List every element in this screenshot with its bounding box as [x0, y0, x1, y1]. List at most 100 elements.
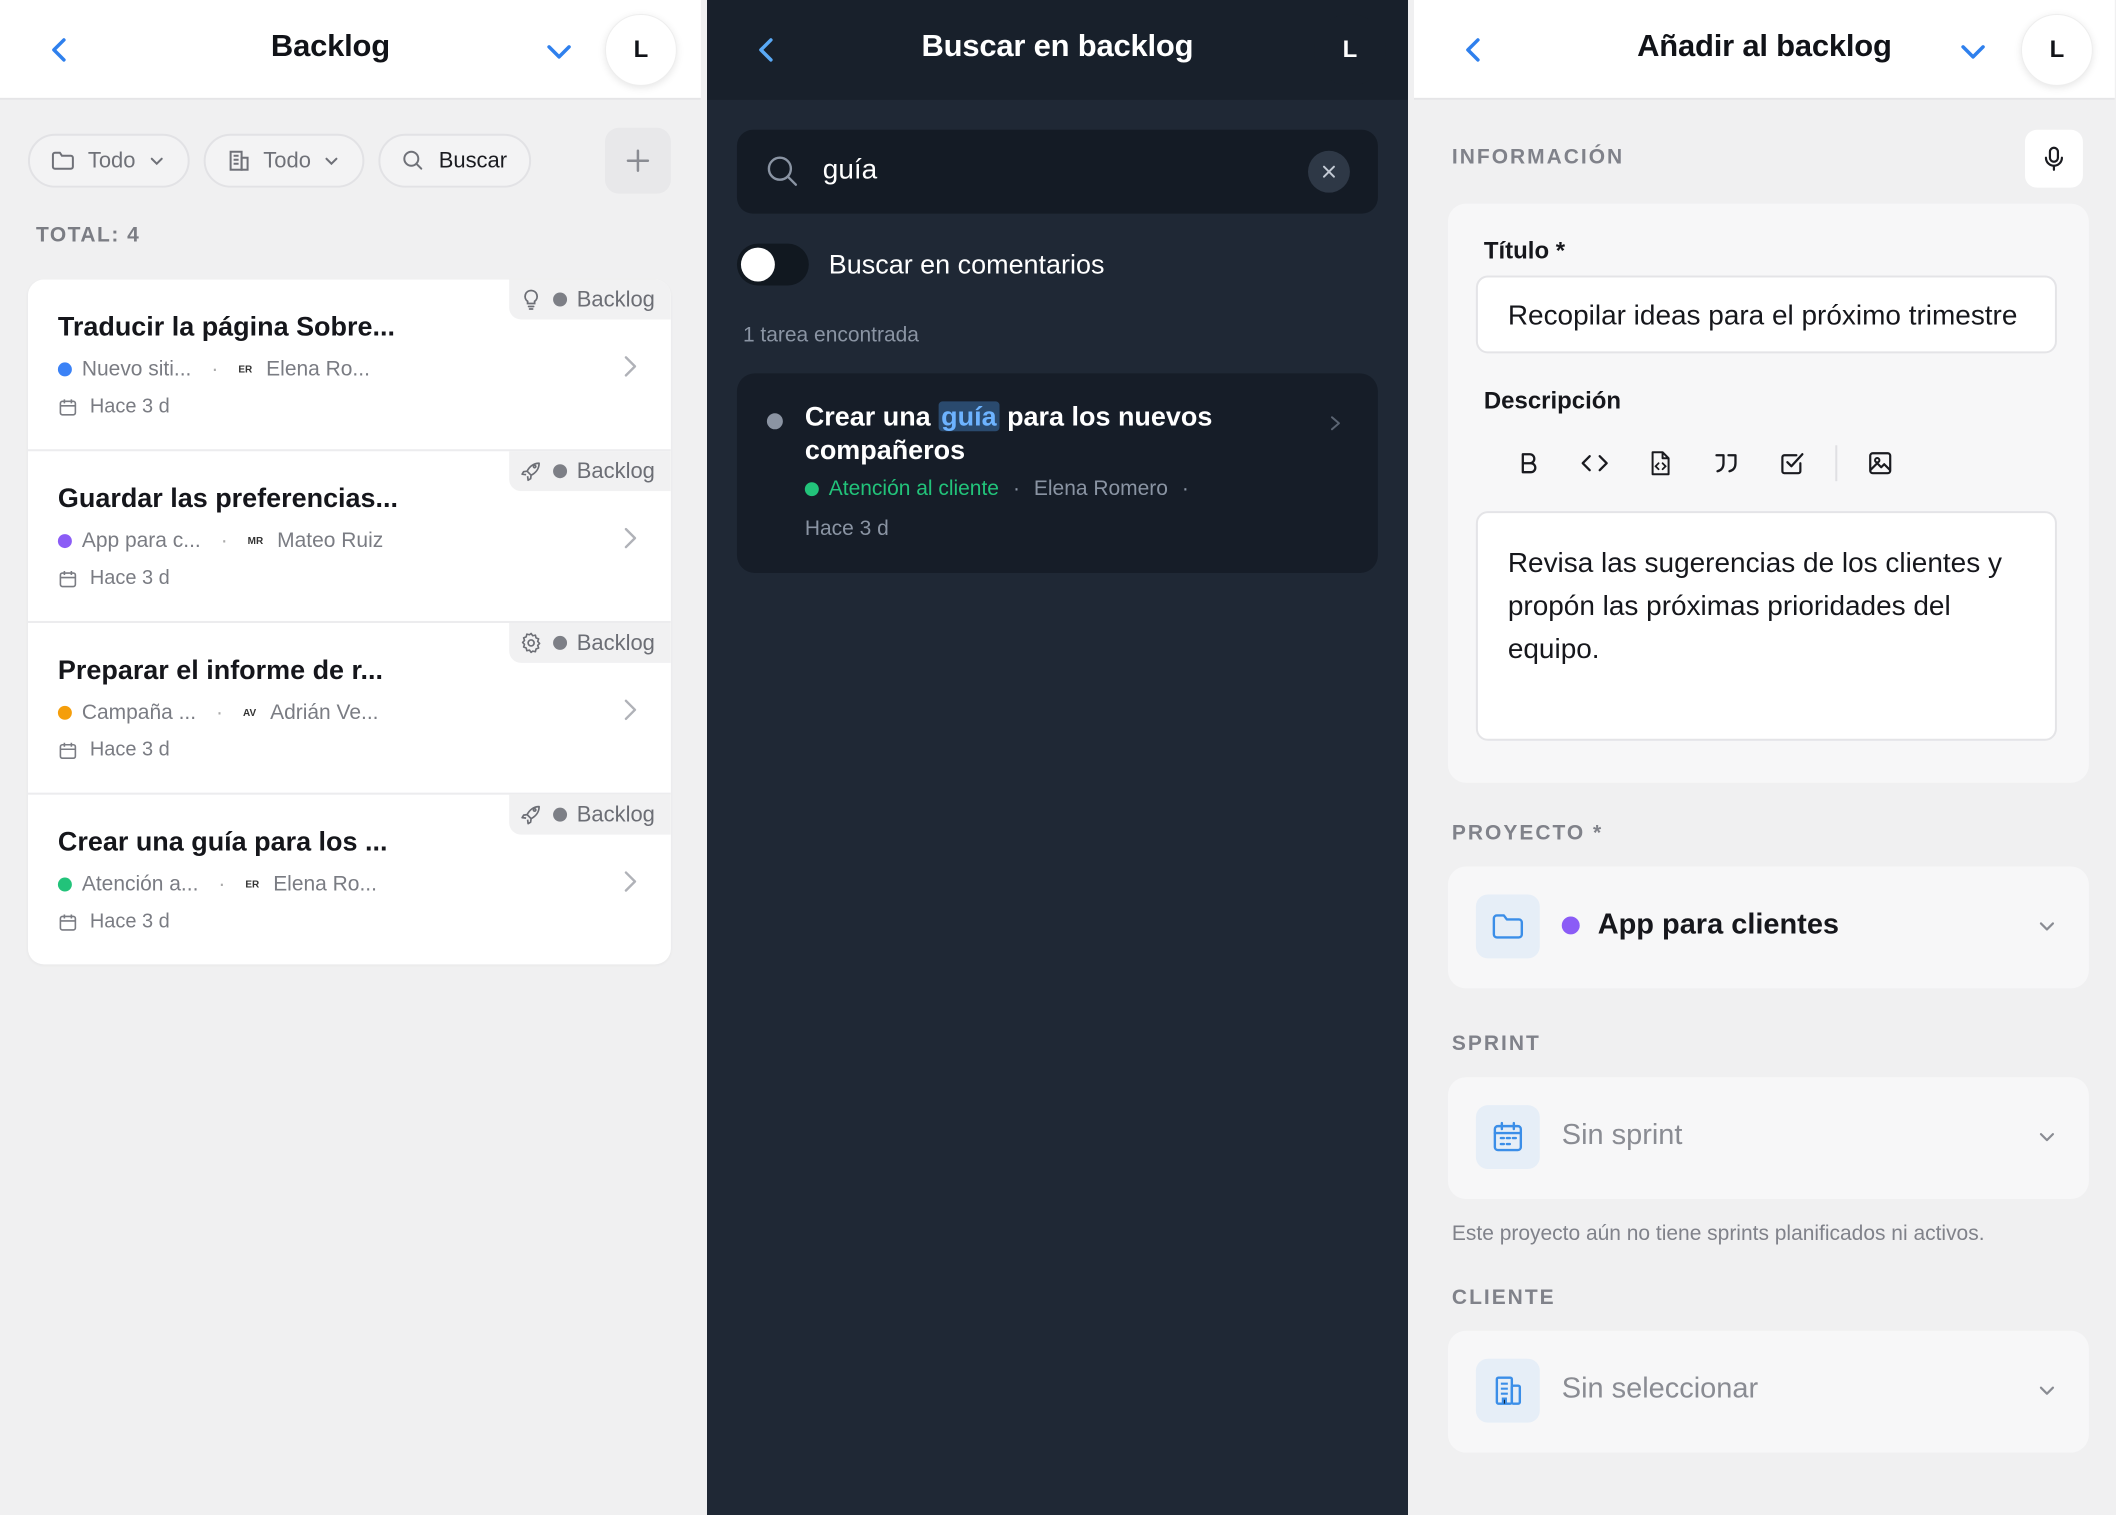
page-title: Añadir al backlog	[1637, 27, 1892, 63]
project-dot	[57, 705, 72, 720]
project-name: Atención a...	[81, 872, 199, 896]
description-field[interactable]: Revisa las sugerencias de los clientes y…	[1475, 511, 2057, 741]
task-title: Guardar las preferencias...	[57, 483, 399, 514]
task-meta: App para c... · MR Mateo Ruiz	[57, 529, 383, 553]
result-date: Hace 3 d	[804, 517, 889, 541]
dictation-button[interactable]	[2024, 129, 2083, 188]
project-name: Atención al cliente	[828, 477, 999, 501]
assignee-name: Elena Ro...	[266, 357, 370, 381]
project-dot	[804, 482, 819, 497]
calendar-icon	[58, 569, 78, 589]
project-name: Nuevo siti...	[81, 357, 192, 381]
image-icon[interactable]	[1847, 443, 1913, 483]
status-dot	[552, 464, 567, 479]
search-result[interactable]: Crear una guía para los nuevos compañero…	[736, 373, 1378, 574]
separator-dot: ·	[1181, 477, 1189, 501]
status-badge: Backlog	[508, 279, 671, 320]
chevron-right-icon	[619, 865, 641, 899]
status-dot	[552, 807, 567, 822]
section-title: INFORMACIÓN	[1451, 145, 1625, 169]
chevron-down-icon	[2035, 914, 2059, 938]
status-label: Backlog	[576, 458, 655, 484]
folder-icon	[50, 148, 76, 174]
title-field[interactable]: Recopilar ideas para el próximo trimestr…	[1475, 275, 2057, 354]
chevron-down-icon	[323, 152, 341, 170]
title-label: Título *	[1483, 237, 1566, 265]
bold-icon[interactable]	[1496, 443, 1562, 483]
chevron-right-icon	[619, 693, 641, 727]
gear-icon	[519, 631, 543, 655]
avatar[interactable]: L	[2020, 13, 2093, 86]
backlog-header: Backlog L	[0, 0, 701, 100]
search-query: guía	[822, 153, 878, 185]
result-meta: Atención al cliente · Elena Romero ·	[804, 477, 1189, 501]
task-meta: Nuevo siti... · ER Elena Ro...	[57, 357, 370, 381]
project-dot	[57, 534, 72, 549]
assignee-initials: MR	[247, 535, 264, 547]
checkbox-icon[interactable]	[1759, 443, 1825, 483]
task-meta: Campaña ... · AV Adrián Ve...	[57, 700, 379, 725]
chevron-down-icon[interactable]	[1953, 32, 1993, 72]
search-comments-toggle[interactable]	[736, 243, 809, 286]
avatar[interactable]: L	[604, 13, 677, 86]
lightbulb-icon	[519, 288, 543, 312]
search-input[interactable]: guía	[736, 129, 1378, 214]
project-dot	[57, 362, 72, 377]
task-list: Backlog Traducir la página Sobre... Nuev…	[27, 279, 671, 965]
search-screen: Buscar en backlog L guía Buscar en comen…	[707, 0, 1408, 1515]
code-icon[interactable]	[1562, 443, 1628, 483]
task-title: Preparar el informe de r...	[57, 654, 383, 685]
status-badge: Backlog	[508, 794, 671, 835]
task-card[interactable]: Backlog Preparar el informe de r... Camp…	[27, 622, 671, 795]
chevron-down-icon	[147, 152, 165, 170]
chevron-down-icon[interactable]	[539, 32, 579, 72]
date-label: Hace 3 d	[89, 910, 170, 933]
task-date: Hace 3 d	[58, 567, 170, 590]
status-badge: Backlog	[508, 622, 671, 663]
close-icon	[1320, 163, 1338, 181]
task-card[interactable]: Backlog Traducir la página Sobre... Nuev…	[27, 279, 671, 452]
date-label: Hace 3 d	[89, 567, 170, 590]
task-title: Crear una guía para los ...	[57, 826, 388, 857]
calendar-icon	[58, 740, 78, 760]
section-title: CLIENTE	[1451, 1285, 1556, 1309]
project-dot	[57, 877, 72, 892]
task-title: Traducir la página Sobre...	[57, 311, 395, 342]
date-label: Hace 3 d	[89, 738, 170, 761]
page-title: Buscar en backlog	[921, 27, 1194, 63]
client-value: Sin seleccionar	[1561, 1372, 1759, 1405]
search-icon	[763, 152, 803, 192]
filter-project-chip[interactable]: Todo	[27, 133, 190, 188]
assignee-name: Adrián Ve...	[270, 700, 379, 724]
separator-dot: ·	[216, 700, 224, 724]
filter-bar: Todo Todo Buscar	[27, 133, 532, 188]
status-badge: Backlog	[508, 451, 671, 492]
code-file-icon[interactable]	[1628, 443, 1694, 483]
title-value: Recopilar ideas para el próximo trimestr…	[1507, 299, 2018, 331]
task-card[interactable]: Backlog Guardar las preferencias... App …	[27, 451, 671, 623]
info-card: Título * Recopilar ideas para el próximo…	[1447, 203, 2089, 783]
format-toolbar	[1496, 443, 1913, 483]
clear-search-button[interactable]	[1307, 150, 1350, 193]
add-task-button[interactable]	[604, 127, 671, 194]
project-select[interactable]: App para clientes	[1447, 866, 2089, 989]
sprint-select[interactable]: Sin sprint	[1447, 1077, 2089, 1199]
plus-icon	[624, 147, 652, 175]
task-card[interactable]: Backlog Crear una guía para los ... Aten…	[28, 794, 671, 965]
screens: Backlog L Todo Todo Buscar TOTAL: 4 Back…	[0, 0, 2116, 1515]
add-header: Añadir al backlog L	[1414, 0, 2115, 100]
toggle-knob	[740, 247, 775, 282]
sprint-value: Sin sprint	[1561, 1119, 1683, 1152]
separator-dot: ·	[220, 529, 228, 553]
assignee-initials: AV	[242, 707, 257, 719]
results-count: 1 tarea encontrada	[742, 323, 919, 347]
filter-client-chip[interactable]: Todo	[203, 133, 365, 188]
avatar[interactable]: L	[1313, 13, 1386, 86]
client-select[interactable]: Sin seleccionar	[1447, 1330, 2089, 1453]
filter-label: Todo	[87, 147, 136, 173]
project-dot	[1561, 915, 1580, 934]
search-button[interactable]: Buscar	[378, 133, 532, 188]
description-value: Revisa las sugerencias de los clientes y…	[1507, 547, 2002, 664]
quote-icon[interactable]	[1694, 443, 1760, 483]
section-title: PROYECTO *	[1451, 821, 1604, 845]
